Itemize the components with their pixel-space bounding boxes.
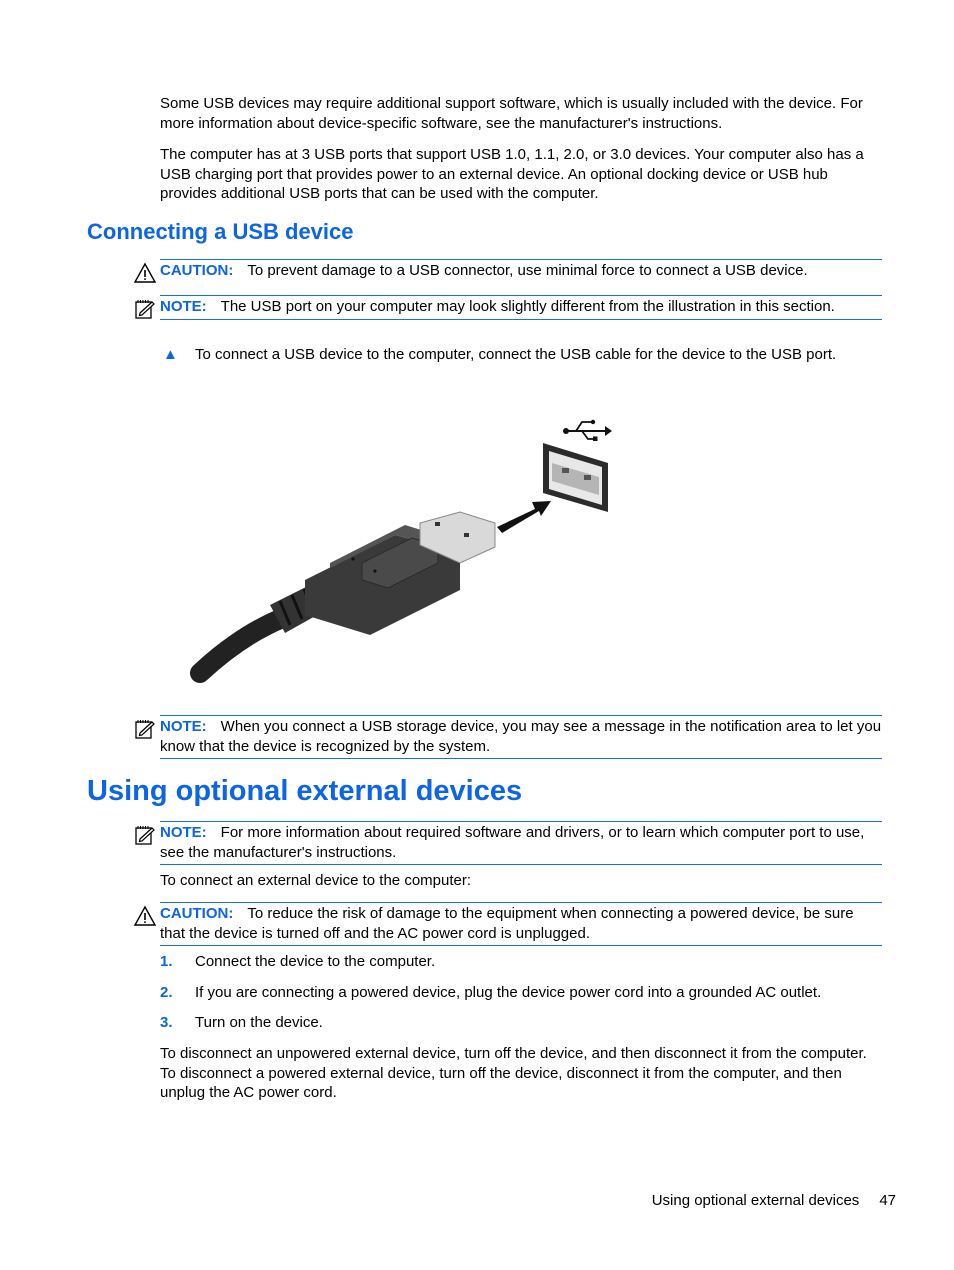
step-number: 1.: [160, 953, 173, 970]
note-box-drivers: NOTE: For more information about required…: [135, 821, 882, 865]
intro-paragraph-1: Some USB devices may require additional …: [160, 95, 863, 132]
caution-label: CAUTION:: [160, 905, 234, 922]
page-number: 47: [879, 1192, 896, 1209]
disconnect-paragraph: To disconnect an unpowered external devi…: [160, 1045, 867, 1101]
note-text: The USB port on your computer may look s…: [220, 298, 835, 315]
usb-cable: [190, 607, 295, 683]
connect-intro-text: To connect an external device to the com…: [160, 872, 472, 889]
numbered-step: 2. If you are connecting a powered devic…: [160, 983, 882, 1003]
intro-paragraph-2: The computer has at 3 USB ports that sup…: [160, 146, 864, 202]
insert-arrow-icon: [497, 501, 551, 533]
section-heading-connecting-usb: Connecting a USB device: [87, 219, 354, 244]
note-pad-icon: [135, 826, 155, 845]
caution-box-powered: CAUTION: To reduce the risk of damage to …: [134, 902, 882, 946]
caution-label: CAUTION:: [160, 262, 234, 279]
step-text: To connect a USB device to the computer,…: [195, 346, 837, 363]
caution-text: To reduce the risk of damage to the equi…: [160, 905, 854, 942]
page-footer: Using optional external devices 47: [652, 1192, 896, 1209]
step-text: Connect the device to the computer.: [195, 953, 436, 970]
step-number: 3.: [160, 1014, 173, 1031]
note-text: For more information about required soft…: [160, 824, 865, 861]
usb-connection-illustration: [190, 419, 612, 683]
numbered-step: 3. Turn on the device.: [160, 1013, 882, 1033]
instruction-step: ▲ To connect a USB device to the compute…: [160, 345, 882, 365]
numbered-step: 1. Connect the device to the computer.: [160, 952, 882, 972]
footer-title: Using optional external devices: [651, 1192, 860, 1209]
section-heading-optional-devices: Using optional external devices: [87, 775, 523, 807]
note-box: NOTE: The USB port on your computer may l…: [135, 295, 882, 320]
caution-box: CAUTION: To prevent damage to a USB conne…: [134, 259, 882, 283]
note-box-storage: NOTE: When you connect a USB storage devi…: [135, 715, 882, 759]
note-label: NOTE:: [160, 718, 207, 735]
step-bullet-triangle: ▲: [163, 346, 178, 363]
note-label: NOTE:: [160, 824, 207, 841]
warning-triangle-icon: [134, 262, 156, 283]
caution-text: To prevent damage to a USB connector, us…: [247, 262, 808, 279]
step-text: If you are connecting a powered device, …: [195, 984, 822, 1001]
step-text: Turn on the device.: [195, 1014, 323, 1031]
note-label: NOTE:: [160, 298, 207, 315]
usb-port: [543, 443, 608, 512]
note-text: When you connect a USB storage device, y…: [160, 718, 882, 755]
note-pad-icon: [135, 720, 155, 739]
step-number: 2.: [160, 984, 173, 1001]
warning-triangle-icon: [134, 905, 156, 926]
usb-symbol-icon: [563, 419, 612, 441]
note-pad-icon: [135, 300, 155, 319]
